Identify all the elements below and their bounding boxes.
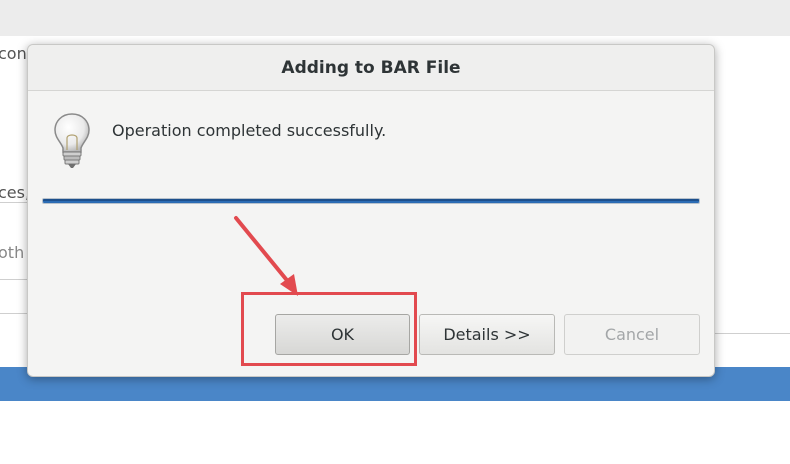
background-text-fragment: oth (0, 243, 25, 262)
background-divider (0, 202, 28, 203)
details-button[interactable]: Details >> (419, 314, 555, 355)
progress-bar (42, 198, 700, 204)
background-divider (0, 313, 28, 314)
annotation-arrow (234, 216, 298, 296)
dialog-title: Adding to BAR File (281, 57, 461, 78)
background-divider (715, 333, 790, 334)
cancel-button[interactable]: Cancel (564, 314, 700, 355)
background-divider (0, 279, 28, 280)
status-message: Operation completed successfully. (112, 121, 387, 140)
background-text-fragment: con (0, 44, 27, 63)
background-toolbar (0, 0, 790, 36)
progress-bar-fill (43, 199, 699, 203)
dialog-titlebar[interactable]: Adding to BAR File (28, 45, 714, 91)
annotation-highlight-box (241, 292, 417, 366)
background-text-fragment: ces, (0, 183, 31, 202)
lightbulb-icon (54, 113, 90, 168)
